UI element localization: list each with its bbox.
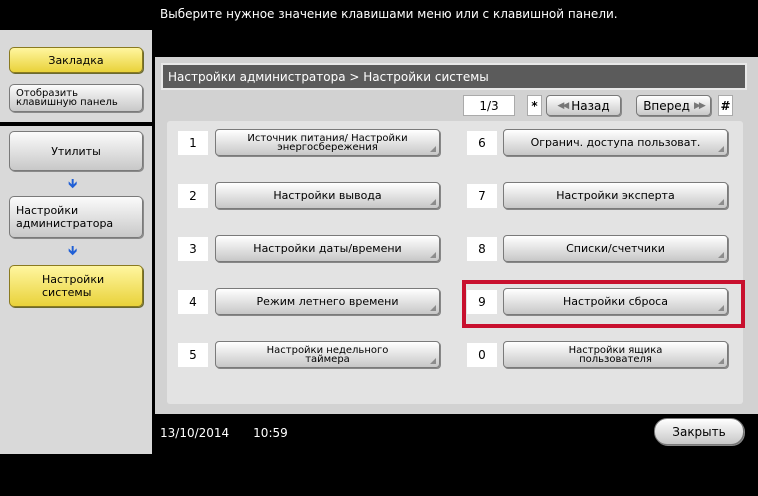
show-keyboard-button[interactable]: Отобразить клавишную панель	[9, 84, 143, 112]
forward-button[interactable]: Вперед ▶▶	[636, 95, 711, 116]
instruction-message: Выберите нужное значение клавишами меню …	[160, 7, 618, 21]
menu-number-5: 5	[178, 343, 208, 367]
menu-lists-counters-button[interactable]: Списки/счетчики	[503, 235, 728, 262]
menu-number-2: 2	[178, 184, 208, 208]
page-indicator: 1/3	[463, 95, 515, 116]
status-date: 13/10/2014	[160, 426, 230, 440]
menu-weekly-timer-button[interactable]: Настройки недельного таймера	[215, 341, 440, 368]
menu-date-time-button[interactable]: Настройки даты/времени	[215, 235, 440, 262]
menu-user-box-button[interactable]: Настройки ящика пользователя	[503, 341, 728, 368]
menu-number-7: 7	[467, 184, 497, 208]
back-label: Назад	[571, 98, 610, 113]
back-button[interactable]: ◀◀ Назад	[546, 95, 621, 116]
menu-expert-settings-button[interactable]: Настройки эксперта	[503, 182, 728, 209]
star-key: *	[527, 95, 542, 116]
menu-number-4: 4	[178, 290, 208, 314]
menu-number-8: 8	[467, 237, 497, 261]
down-arrow-icon: 🡻	[68, 244, 78, 259]
menu-number-0: 0	[467, 343, 497, 367]
menu-daylight-saving-button[interactable]: Режим летнего времени	[215, 288, 440, 315]
sidebar-divider	[0, 122, 152, 126]
menu-number-3: 3	[178, 237, 208, 261]
status-bar: 13/10/2014 10:59	[160, 426, 288, 440]
selection-highlight	[462, 280, 745, 328]
menu-power-saving-button[interactable]: Источник питания/ Настройки энергосбереж…	[215, 129, 440, 156]
forward-arrow-icon: ▶▶	[693, 100, 706, 111]
menu-user-access-button[interactable]: Огранич. доступа пользоват.	[503, 129, 728, 156]
hash-key: #	[718, 95, 733, 116]
menu-number-6: 6	[467, 131, 497, 155]
path-system-settings-button[interactable]: Настройки системы	[9, 265, 143, 307]
left-panel: Закладка Отобразить клавишную панель Ути…	[0, 30, 152, 454]
menu-output-settings-button[interactable]: Настройки вывода	[215, 182, 440, 209]
path-admin-settings-button[interactable]: Настройки администратора	[9, 196, 143, 238]
breadcrumb: Настройки администратора > Настройки сис…	[161, 63, 747, 90]
forward-label: Вперед	[643, 98, 690, 113]
bookmark-button[interactable]: Закладка	[9, 47, 143, 73]
down-arrow-icon: 🡻	[68, 177, 78, 192]
close-button[interactable]: Закрыть	[654, 418, 744, 445]
menu-number-1: 1	[178, 131, 208, 155]
back-arrow-icon: ◀◀	[557, 100, 569, 111]
path-utilities-button[interactable]: Утилиты	[9, 131, 143, 171]
status-time: 10:59	[253, 426, 288, 440]
